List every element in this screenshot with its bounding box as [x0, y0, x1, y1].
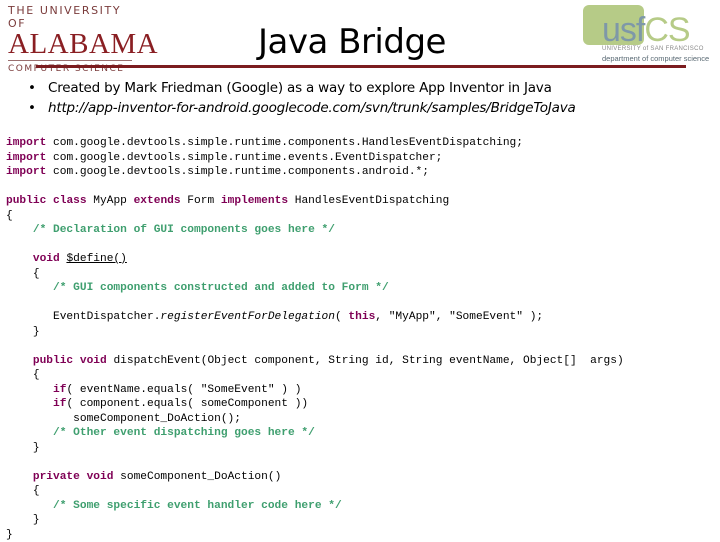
code-text: someComponent_DoAction(); — [73, 413, 241, 425]
code-comment: /* Some specific event handler code here… — [53, 500, 342, 512]
code-blank — [6, 296, 624, 311]
cs-text: CS — [644, 11, 689, 49]
code-text: , "MyApp", "SomeEvent" ); — [375, 311, 543, 323]
code-comment: /* Other event dispatching goes here */ — [53, 427, 315, 439]
code-text: { — [6, 210, 13, 222]
code-text: com.google.devtools.simple.runtime.event… — [46, 152, 442, 164]
code-line-open-brace: { — [6, 368, 624, 383]
code-line-open-brace: { — [6, 209, 624, 224]
keyword: private — [33, 471, 80, 483]
code-line-action-sig: private void someComponent_DoAction() — [6, 470, 624, 485]
keyword: import — [6, 137, 46, 149]
code-text: ( component.equals( someComponent )) — [66, 398, 308, 410]
keyword: import — [6, 152, 46, 164]
code-line-import-1: import com.google.devtools.simple.runtim… — [6, 136, 624, 151]
code-line-class-decl: public class MyApp extends Form implemen… — [6, 194, 624, 209]
code-line-comment-decl: /* Declaration of GUI components goes he… — [6, 223, 624, 238]
keyword: this — [348, 311, 375, 323]
code-comment: /* GUI components constructed and added … — [53, 282, 389, 294]
code-text: { — [33, 369, 40, 381]
keyword: if — [53, 384, 66, 396]
usf-cs-logo: usfCS UNIVERSITY of SAN FRANCISCO depart… — [582, 4, 720, 62]
logo-main-text: ALABAMA — [8, 31, 136, 57]
university-of-alabama-logo: THE UNIVERSITY OF ALABAMA COMPUTER SCIEN… — [8, 4, 136, 74]
keyword: void — [33, 253, 60, 265]
bullet-item-author: Created by Mark Friedman (Google) as a w… — [24, 78, 576, 98]
usf-logo-text: usfCS — [602, 10, 690, 50]
code-text: { — [33, 268, 40, 280]
keyword: import — [6, 166, 46, 178]
code-text: EventDispatcher. — [53, 311, 160, 323]
logo-top-line: THE UNIVERSITY OF — [8, 4, 136, 30]
code-text: HandlesEventDispatching — [288, 195, 449, 207]
title-divider — [36, 65, 686, 68]
usf-text: usf — [602, 11, 644, 49]
code-block: import com.google.devtools.simple.runtim… — [6, 136, 624, 542]
code-text: MyApp — [87, 195, 134, 207]
code-blank — [6, 455, 624, 470]
keyword: void — [87, 471, 114, 483]
code-blank — [6, 180, 624, 195]
code-line-close-brace: } — [6, 513, 624, 528]
code-text: com.google.devtools.simple.runtime.compo… — [46, 166, 429, 178]
code-text: ( — [335, 311, 348, 323]
slide-title: Java Bridge — [258, 20, 446, 64]
code-line-close-brace: } — [6, 441, 624, 456]
code-line-dispatch-comment: /* Other event dispatching goes here */ — [6, 426, 624, 441]
code-text: ( eventName.equals( "SomeEvent" ) ) — [66, 384, 301, 396]
code-text: someComponent_DoAction() — [113, 471, 281, 483]
code-text: } — [33, 514, 40, 526]
bullet-list: Created by Mark Friedman (Google) as a w… — [24, 78, 576, 118]
keyword: implements — [221, 195, 288, 207]
code-line-define-comment: /* GUI components constructed and added … — [6, 281, 624, 296]
code-text: } — [6, 529, 13, 541]
code-line-action-comment: /* Some specific event handler code here… — [6, 499, 624, 514]
keyword: public — [6, 195, 46, 207]
code-text: { — [33, 485, 40, 497]
code-text: } — [33, 326, 40, 338]
logo-divider — [8, 60, 132, 61]
keyword: public — [33, 355, 73, 367]
code-text: com.google.devtools.simple.runtime.compo… — [46, 137, 523, 149]
code-text: registerEventForDelegation — [160, 311, 335, 323]
code-text: dispatchEvent(Object component, String i… — [107, 355, 624, 367]
code-text: $define() — [66, 253, 126, 265]
bullet-item-url[interactable]: http://app-inventor-for-android.googleco… — [24, 98, 576, 118]
code-line-if-1: if( eventName.equals( "SomeEvent" ) ) — [6, 383, 624, 398]
code-line-open-brace: { — [6, 484, 624, 499]
code-blank — [6, 238, 624, 253]
code-line-dispatch-sig: public void dispatchEvent(Object compone… — [6, 354, 624, 369]
code-text: } — [33, 442, 40, 454]
keyword: extends — [134, 195, 181, 207]
code-comment: /* Declaration of GUI components goes he… — [33, 224, 335, 236]
code-text: Form — [181, 195, 221, 207]
keyword: void — [80, 355, 107, 367]
keyword: if — [53, 398, 66, 410]
code-line-call: someComponent_DoAction(); — [6, 412, 624, 427]
usf-department-line: department of computer science — [602, 54, 709, 63]
code-line-import-3: import com.google.devtools.simple.runtim… — [6, 165, 624, 180]
code-line-define-sig: void $define() — [6, 252, 624, 267]
code-line-if-2: if( component.equals( someComponent )) — [6, 397, 624, 412]
code-line-close-brace: } — [6, 325, 624, 340]
keyword: class — [53, 195, 87, 207]
code-line-import-2: import com.google.devtools.simple.runtim… — [6, 151, 624, 166]
code-line-open-brace: { — [6, 267, 624, 282]
code-line-register: EventDispatcher.registerEventForDelegati… — [6, 310, 624, 325]
usf-university-line: UNIVERSITY of SAN FRANCISCO — [602, 46, 704, 52]
code-blank — [6, 339, 624, 354]
